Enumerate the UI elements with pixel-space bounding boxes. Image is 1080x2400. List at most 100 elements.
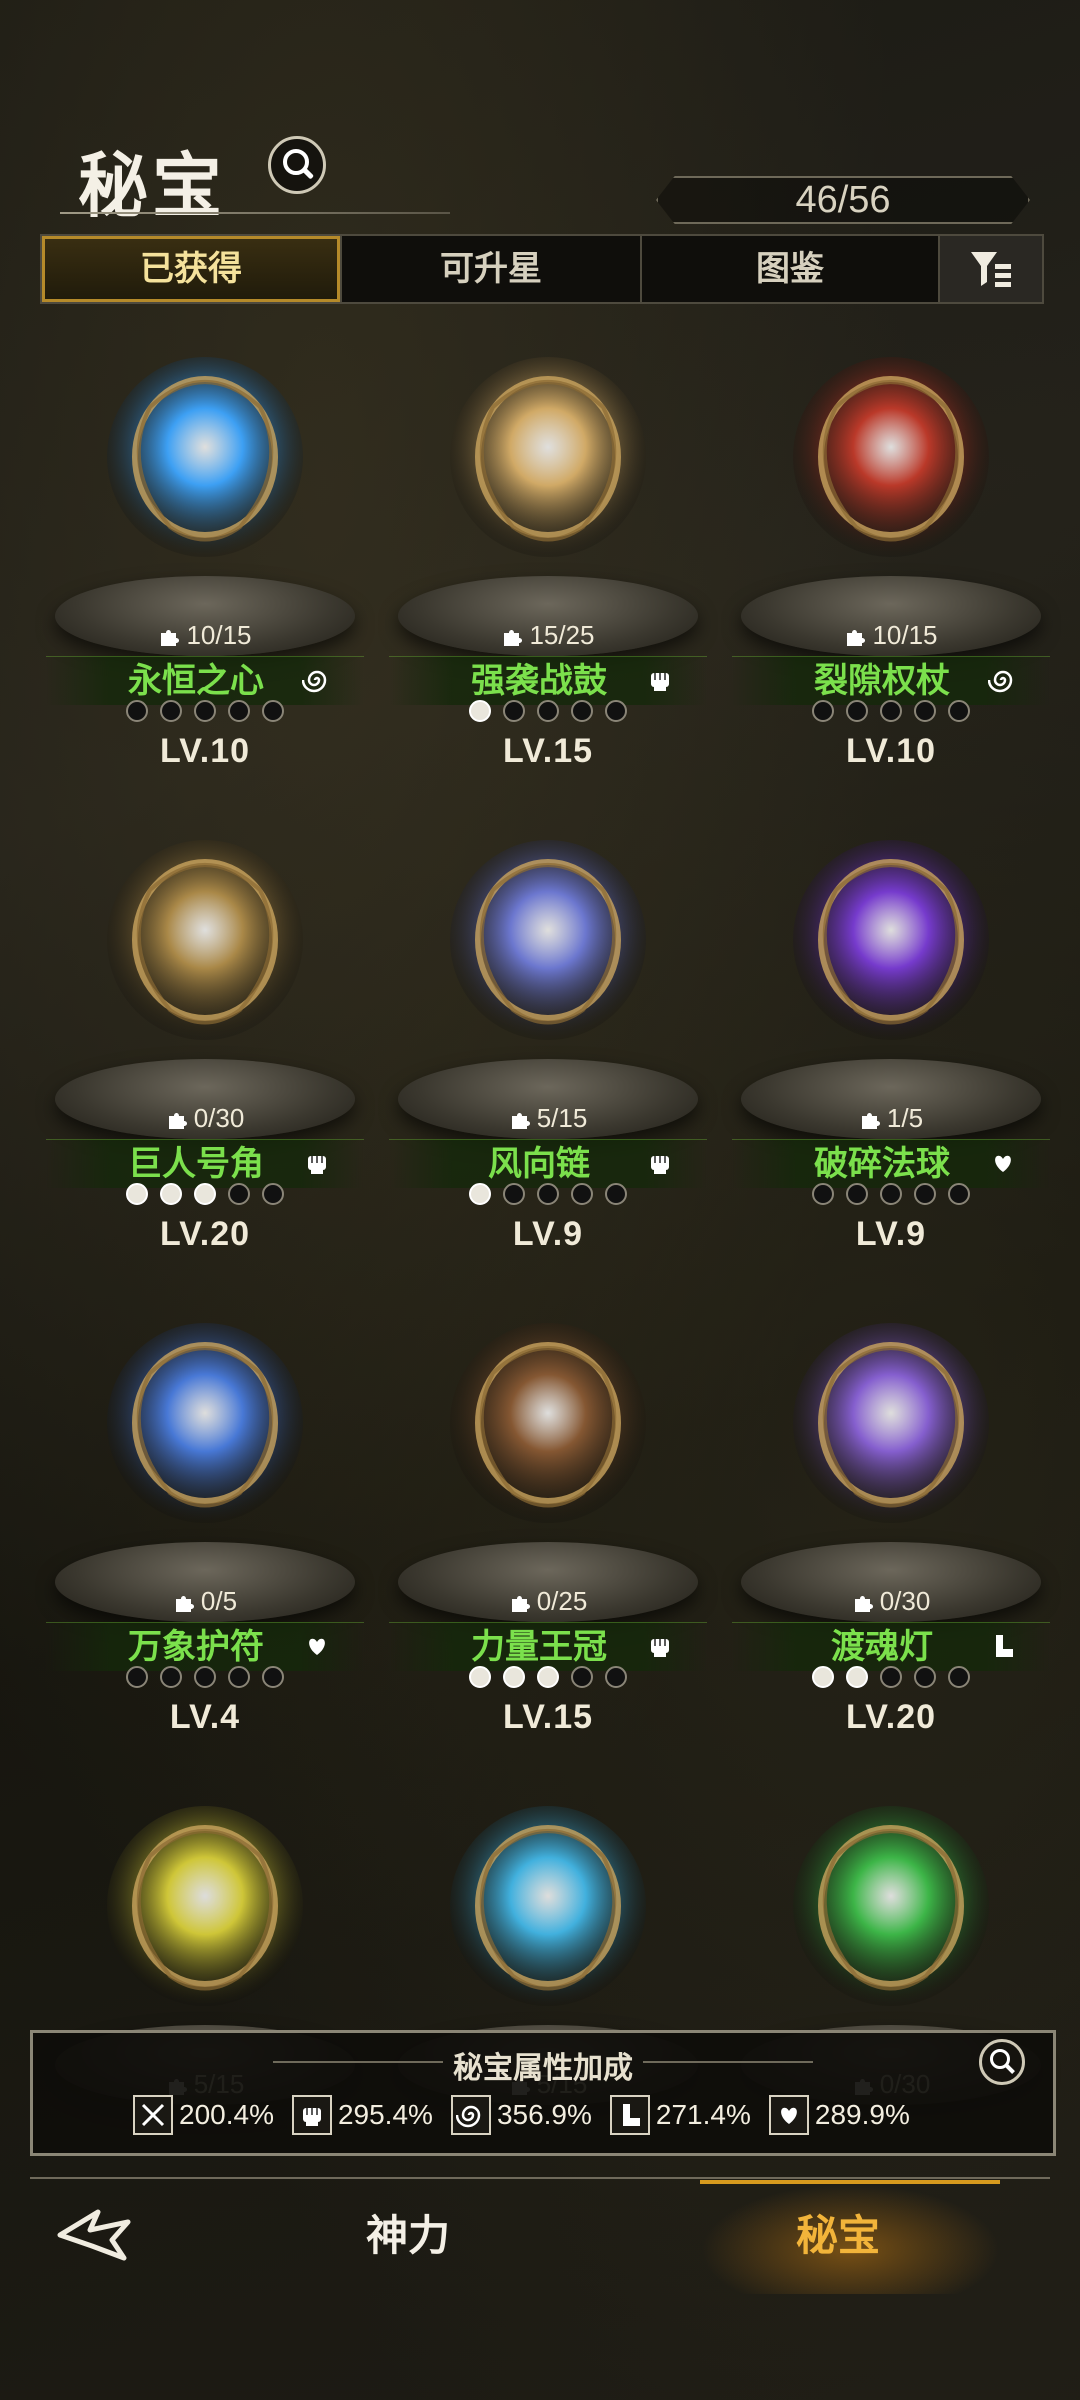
item-artwork: [433, 1298, 663, 1548]
item-artwork: [776, 332, 1006, 582]
item-shard-count: 0/30: [879, 1586, 931, 1616]
item-name: 渡魂灯: [831, 1628, 933, 1666]
item-level: LV.4: [169, 1698, 241, 1736]
star-icon: [469, 1666, 491, 1688]
tab-upgradable[interactable]: 可升星: [342, 236, 642, 302]
star-icon: [914, 1183, 936, 1205]
star-icon: [571, 1183, 593, 1205]
item-shard-count: 10/15: [186, 620, 252, 650]
star-icon: [126, 700, 148, 722]
attribute-bonus-4: 271.4%: [609, 2095, 751, 2135]
filter-button[interactable]: [940, 236, 1042, 302]
star-icon: [880, 1666, 902, 1688]
item-shard-count: 1/5: [886, 1103, 924, 1133]
puzzle-piece-icon: [173, 1589, 195, 1612]
star-icon: [880, 1183, 902, 1205]
item-name: 破碎法球: [814, 1145, 950, 1183]
puzzle-piece-icon: [852, 1589, 874, 1612]
item-level: LV.20: [845, 1698, 937, 1736]
tab-obtained[interactable]: 已获得: [42, 236, 342, 302]
swirl-icon: [450, 2095, 491, 2135]
puzzle-piece-icon: [501, 623, 523, 646]
star-icon: [537, 700, 559, 722]
item-name-bar: 渡魂灯: [732, 1622, 1050, 1671]
title-underline: [60, 212, 450, 214]
puzzle-piece-icon: [859, 1106, 881, 1129]
item-shard-progress: 0/5: [40, 1586, 370, 1617]
star-icon: [194, 1666, 216, 1688]
item-shard-progress: 1/5: [726, 1103, 1056, 1134]
sword-icon: [133, 2095, 173, 2135]
item-name: 力量王冠: [471, 1628, 607, 1666]
star-icon: [262, 700, 284, 722]
item-power-crown[interactable]: 0/25 力量王冠 LV.15: [383, 1286, 713, 1756]
fist-icon: [291, 2095, 332, 2135]
item-artwork: [90, 1781, 320, 2031]
star-icon: [228, 1666, 250, 1688]
item-shard-progress: 10/15: [726, 620, 1056, 651]
item-artwork: [776, 815, 1006, 1065]
item-name: 裂隙权杖: [814, 662, 950, 700]
swirl-icon: [301, 665, 336, 697]
item-giant-horn[interactable]: 0/30 巨人号角 LV.20: [40, 803, 370, 1273]
item-demon-idol[interactable]: 0/30: [726, 1769, 1056, 2239]
filter-icon: [971, 252, 1011, 287]
star-icon: [126, 1183, 148, 1205]
item-name-bar: 裂隙权杖: [732, 656, 1050, 705]
item-star-rating: [726, 1183, 1056, 1205]
star-icon: [605, 1666, 627, 1688]
item-cauldron[interactable]: 5/15: [383, 1769, 713, 2239]
attribute-panel-title: 秘宝属性加成: [453, 2052, 633, 2085]
star-icon: [812, 700, 834, 722]
attribute-detail-button[interactable]: [979, 2039, 1025, 2085]
nav-treasures[interactable]: 秘宝: [796, 2202, 880, 2263]
search-button[interactable]: [268, 136, 326, 194]
item-gauntlet[interactable]: 5/15: [40, 1769, 370, 2239]
attribute-values: 200.4% 295.4% 356.9% 271.4% 289.9%: [133, 2095, 993, 2135]
star-icon: [469, 1183, 491, 1205]
item-name: 强袭战鼓: [471, 662, 607, 700]
item-assault-drum[interactable]: 15/25 强袭战鼓 LV.15: [383, 320, 713, 790]
item-shard-progress: 10/15: [40, 620, 370, 651]
star-icon: [262, 1183, 284, 1205]
item-shard-count: 0/25: [536, 1586, 588, 1616]
collection-count: 46/56: [656, 176, 1030, 224]
item-shard-progress: 0/30: [726, 1586, 1056, 1617]
item-artwork: [90, 815, 320, 1065]
star-icon: [948, 700, 970, 722]
item-myriad-amulet[interactable]: 0/5 万象护符 LV.4: [40, 1286, 370, 1756]
star-icon: [605, 1183, 627, 1205]
item-shattered-orb[interactable]: 1/5 破碎法球 LV.9: [726, 803, 1056, 1273]
header: 秘宝 46/56: [0, 100, 1080, 225]
item-shard-progress: 0/25: [383, 1586, 713, 1617]
item-artwork: [90, 1298, 320, 1548]
item-level: LV.15: [502, 1698, 594, 1736]
star-icon: [160, 700, 182, 722]
item-name-bar: 强袭战鼓: [389, 656, 707, 705]
attribute-bonus-panel: 秘宝属性加成 200.4% 295.4% 356.9% 271.4% 289.9%: [30, 2030, 1056, 2156]
item-star-rating: [40, 1183, 370, 1205]
star-icon: [228, 1183, 250, 1205]
star-icon: [194, 1183, 216, 1205]
item-wind-chain[interactable]: 5/15 风向链 LV.9: [383, 803, 713, 1273]
star-icon: [503, 1183, 525, 1205]
back-button[interactable]: [52, 2200, 142, 2270]
item-name-bar: 破碎法球: [732, 1139, 1050, 1188]
fist-icon: [645, 1631, 679, 1663]
item-star-rating: [383, 700, 713, 722]
item-level: LV.20: [159, 1215, 251, 1253]
item-artwork: [433, 332, 663, 582]
tab-codex[interactable]: 图鉴: [642, 236, 940, 302]
star-icon: [537, 1183, 559, 1205]
puzzle-piece-icon: [166, 1106, 188, 1129]
star-icon: [262, 1666, 284, 1688]
puzzle-piece-icon: [509, 1106, 531, 1129]
item-rift-scepter[interactable]: 10/15 裂隙权杖 LV.10: [726, 320, 1056, 790]
item-eternal-heart[interactable]: 10/15 永恒之心 LV.10: [40, 320, 370, 790]
item-star-rating: [726, 1666, 1056, 1688]
item-soul-lamp[interactable]: 0/30 渡魂灯 LV.20: [726, 1286, 1056, 1756]
boot-icon: [609, 2095, 650, 2135]
star-icon: [194, 700, 216, 722]
attribute-bonus-5: 289.9%: [768, 2095, 910, 2135]
nav-divine-power[interactable]: 神力: [366, 2202, 450, 2263]
